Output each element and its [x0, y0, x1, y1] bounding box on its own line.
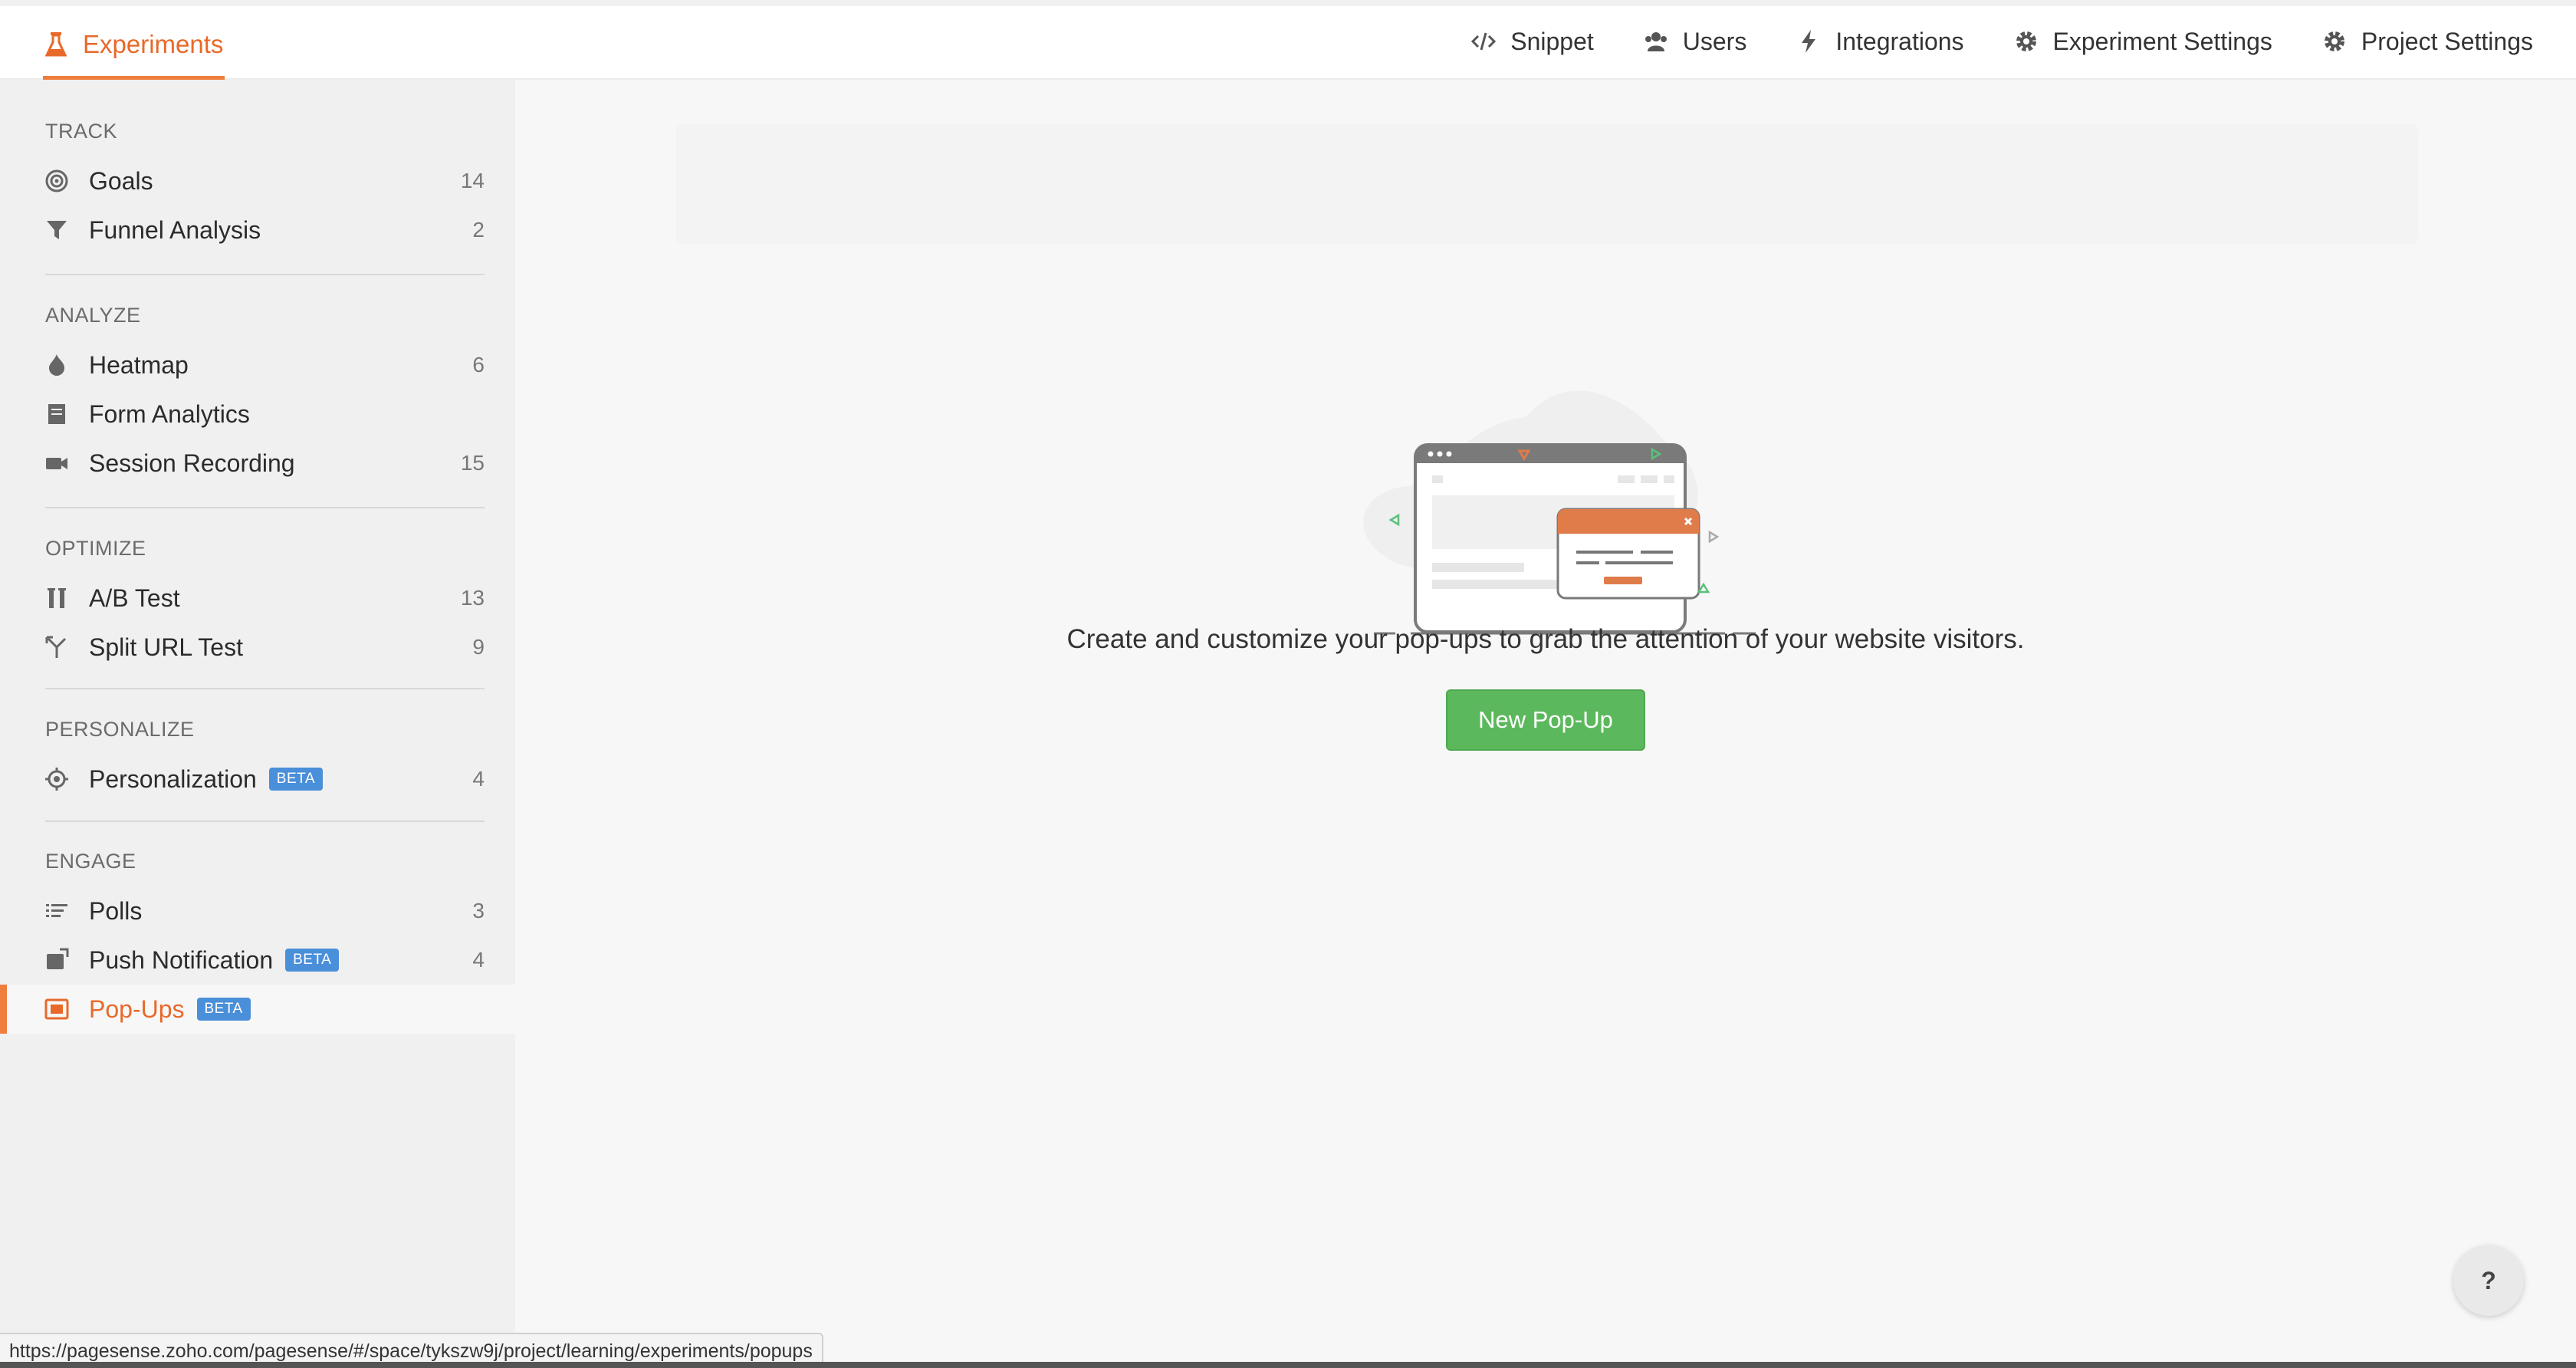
- sidebar-item-funnel-analysis[interactable]: Funnel Analysis 2: [0, 206, 515, 255]
- sidebar-item-label: Form Analytics: [89, 400, 250, 428]
- bolt-icon: [1802, 30, 1816, 53]
- count-badge: 4: [472, 767, 485, 791]
- nav-snippet[interactable]: Snippet: [1470, 25, 1594, 58]
- beta-badge: BETA: [268, 768, 324, 791]
- sidebar-item-label: Goals: [89, 166, 153, 195]
- loading-placeholder: [676, 124, 2418, 244]
- top-bar: Experiments Snippet Users Integrations E…: [0, 0, 2576, 80]
- video-icon: [46, 458, 67, 469]
- nav-project-settings[interactable]: Project Settings: [2321, 25, 2533, 58]
- tab-experiments-label: Experiments: [83, 30, 224, 58]
- popup-icon: [44, 998, 69, 1020]
- tab-experiments[interactable]: Experiments: [43, 23, 225, 80]
- section-title-analyze: ANALYZE: [45, 304, 141, 327]
- nav-integrations-label: Integrations: [1835, 28, 1964, 55]
- count-badge: 2: [472, 218, 485, 242]
- beta-badge: BETA: [285, 949, 340, 972]
- new-popup-button[interactable]: New Pop-Up: [1446, 689, 1645, 751]
- target-icon: [45, 169, 68, 192]
- sidebar-item-label: Pop-Ups BETA: [89, 995, 251, 1024]
- sidebar-item-text: Personalization: [89, 765, 257, 793]
- count-badge: 9: [472, 635, 485, 659]
- sidebar-item-pop-ups[interactable]: Pop-Ups BETA: [0, 985, 515, 1034]
- list-icon: [46, 904, 67, 917]
- count-badge: 15: [460, 451, 485, 475]
- nav-snippet-label: Snippet: [1510, 28, 1594, 55]
- empty-state-message: Create and customize your pop-ups to gra…: [1066, 624, 2025, 654]
- flame-icon: [49, 354, 64, 376]
- sidebar-item-session-recording[interactable]: Session Recording 15: [0, 439, 515, 488]
- beta-badge: BETA: [196, 998, 251, 1021]
- flask-icon: [44, 32, 67, 57]
- sidebar-item-label: Push Notification BETA: [89, 945, 340, 975]
- section-title-engage: ENGAGE: [45, 850, 136, 873]
- ab-test-icon: [48, 588, 66, 608]
- top-nav: Snippet Users Integrations Experiment Se…: [1470, 25, 2533, 58]
- nav-users[interactable]: Users: [1643, 25, 1747, 58]
- split-icon: [45, 636, 67, 658]
- users-icon: [1644, 32, 1667, 51]
- sidebar-item-push-notification[interactable]: Push Notification BETA 4: [0, 936, 515, 985]
- help-button[interactable]: ?: [2453, 1245, 2524, 1316]
- count-badge: 4: [472, 948, 485, 972]
- count-badge: 13: [460, 586, 485, 610]
- code-icon: [1471, 32, 1497, 51]
- gear-icon: [2324, 31, 2344, 51]
- count-badge: 3: [472, 899, 485, 922]
- popup-illustration: [1363, 390, 1756, 635]
- section-title-optimize: OPTIMIZE: [45, 537, 146, 560]
- sidebar-item-form-analytics[interactable]: Form Analytics: [0, 390, 515, 439]
- sidebar: TRACK Goals 14 Funnel Analysis 2 ANALYZE…: [0, 80, 515, 1368]
- section-title-personalize: PERSONALIZE: [45, 718, 195, 741]
- nav-integrations[interactable]: Integrations: [1796, 25, 1964, 58]
- window-bottom-edge: [0, 1362, 2576, 1368]
- crosshair-icon: [45, 768, 68, 791]
- section-title-track: TRACK: [45, 120, 118, 143]
- sidebar-item-text: Pop-Ups: [89, 995, 185, 1023]
- form-icon: [48, 404, 65, 424]
- count-badge: 6: [472, 353, 485, 377]
- section-divider: [45, 688, 485, 689]
- sidebar-item-personalization[interactable]: Personalization BETA 4: [0, 755, 515, 804]
- sidebar-item-label: A/B Test: [89, 584, 180, 612]
- main-content: Create and customize your pop-ups to gra…: [515, 80, 2576, 1368]
- sidebar-item-label: Personalization BETA: [89, 765, 324, 794]
- sidebar-item-goals[interactable]: Goals 14: [0, 156, 515, 206]
- nav-users-label: Users: [1682, 28, 1747, 55]
- sidebar-item-label: Split URL Test: [89, 633, 243, 661]
- sidebar-item-label: Funnel Analysis: [89, 215, 261, 244]
- sidebar-item-label: Session Recording: [89, 449, 295, 477]
- sidebar-item-split-url-test[interactable]: Split URL Test 9: [0, 623, 515, 672]
- browser-top-edge: [0, 0, 2576, 6]
- section-divider: [45, 820, 485, 822]
- sidebar-item-polls[interactable]: Polls 3: [0, 886, 515, 936]
- section-divider: [45, 274, 485, 275]
- section-divider: [45, 507, 485, 508]
- sidebar-item-ab-test[interactable]: A/B Test 13: [0, 574, 515, 623]
- nav-project-settings-label: Project Settings: [2361, 28, 2533, 55]
- sidebar-item-text: Push Notification: [89, 945, 274, 974]
- count-badge: 14: [460, 169, 485, 192]
- nav-experiment-settings-label: Experiment Settings: [2052, 28, 2272, 55]
- sidebar-item-label: Polls: [89, 896, 143, 925]
- notification-icon: [47, 948, 69, 969]
- gear-icon: [2016, 31, 2036, 51]
- sidebar-item-label: Heatmap: [89, 350, 189, 379]
- funnel-icon: [47, 221, 67, 239]
- nav-experiment-settings[interactable]: Experiment Settings: [2013, 25, 2272, 58]
- sidebar-item-heatmap[interactable]: Heatmap 6: [0, 340, 515, 390]
